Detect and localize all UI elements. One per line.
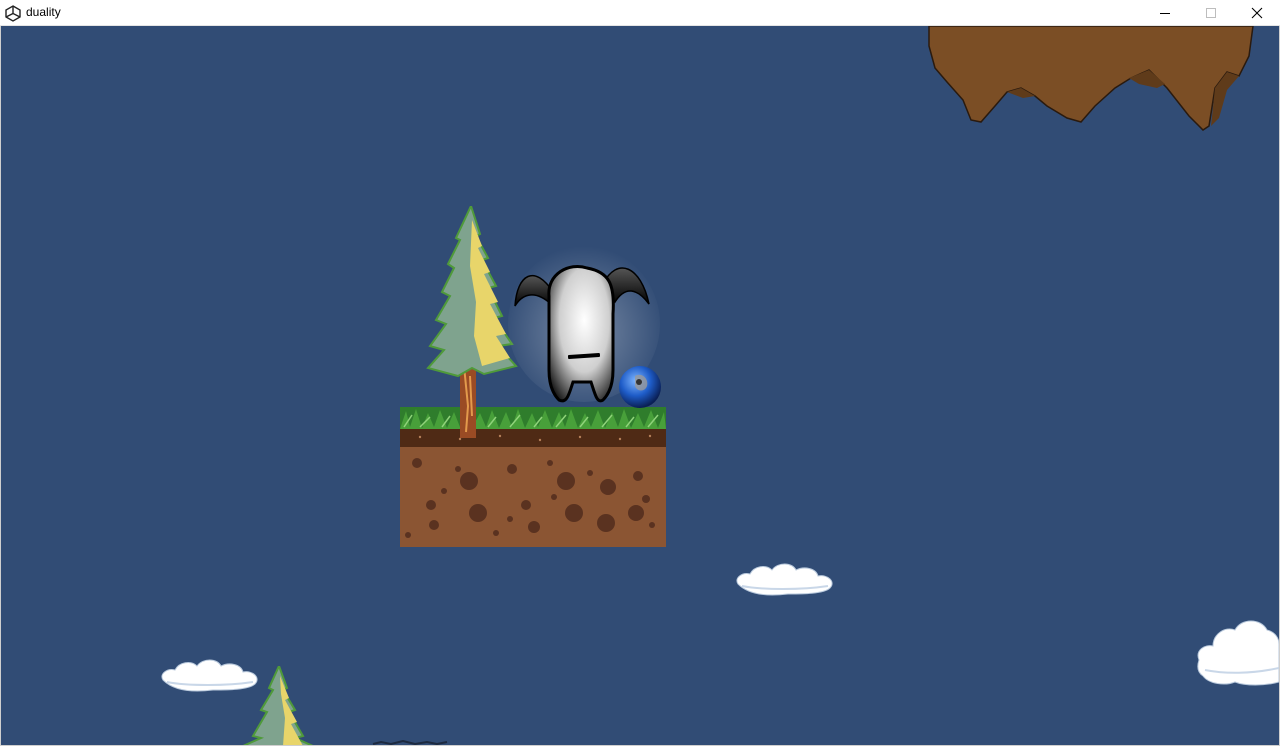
- maximize-icon: [1206, 8, 1216, 18]
- minimize-icon: [1160, 13, 1170, 14]
- blue-orb: [619, 366, 661, 408]
- cloud: [1197, 620, 1279, 686]
- pine-tree: [426, 206, 518, 438]
- close-button[interactable]: [1234, 0, 1280, 26]
- floating-rock-island: [928, 26, 1254, 131]
- pine-tree: [242, 666, 314, 745]
- window-title: duality: [26, 5, 61, 19]
- game-viewport[interactable]: [1, 26, 1279, 745]
- close-icon: [1251, 7, 1263, 19]
- window-titlebar: duality: [0, 0, 1280, 26]
- maximize-button[interactable]: [1188, 0, 1234, 26]
- cloud: [736, 563, 833, 596]
- unity-icon: [5, 5, 21, 22]
- minimize-button[interactable]: [1142, 0, 1188, 26]
- ground-debris: [372, 740, 448, 745]
